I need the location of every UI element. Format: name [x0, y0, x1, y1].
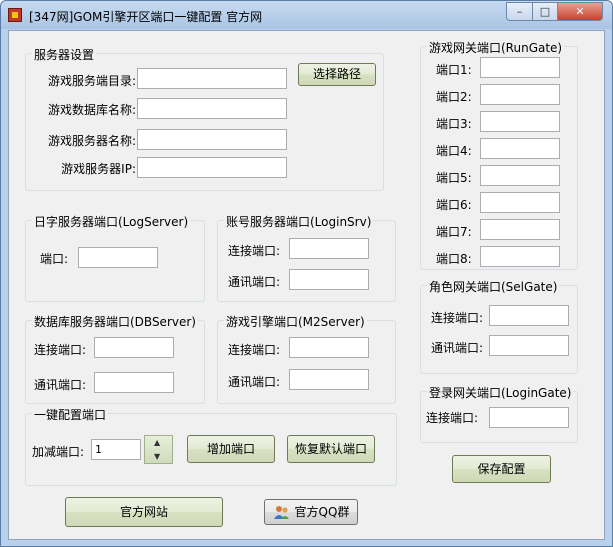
db-server-title: 数据库服务器端口(DBServer): [32, 313, 198, 330]
m2-server-connect-label: 连接端口:: [228, 343, 281, 357]
run-gate-port6-label: 端口6:: [436, 198, 472, 212]
login-gate-connect-label: 连接端口:: [426, 411, 479, 425]
server-dir-label: 游戏服务端目录:: [47, 74, 136, 88]
server-name-input[interactable]: [137, 129, 287, 150]
sel-gate-group: 角色网关端口(SelGate) 连接端口: 通讯端口:: [420, 278, 578, 374]
run-gate-port5-label: 端口5:: [436, 171, 472, 185]
server-dir-input[interactable]: [137, 68, 287, 89]
log-port-label: 端口:: [40, 252, 69, 266]
sel-gate-comm-input[interactable]: [489, 335, 569, 356]
run-gate-port6-input[interactable]: [480, 192, 560, 213]
official-qq-group-label: 官方QQ群: [294, 505, 350, 519]
maximize-button[interactable]: □: [532, 2, 558, 21]
delta-port-label: 加减端口:: [32, 445, 85, 459]
log-server-title: 日字服务器端口(LogServer): [32, 213, 191, 230]
log-port-input[interactable]: [78, 247, 158, 268]
m2-server-comm-input[interactable]: [289, 369, 369, 390]
sel-gate-connect-label: 连接端口:: [431, 311, 484, 325]
login-srv-comm-input[interactable]: [289, 269, 369, 290]
server-ip-input[interactable]: [137, 157, 287, 178]
db-name-label: 游戏数据库名称:: [47, 103, 136, 117]
run-gate-port1-input[interactable]: [480, 57, 560, 78]
sel-gate-comm-label: 通讯端口:: [431, 341, 484, 355]
run-gate-port7-input[interactable]: [480, 219, 560, 240]
run-gate-port2-input[interactable]: [480, 84, 560, 105]
db-server-connect-input[interactable]: [94, 337, 174, 358]
minimize-button[interactable]: –: [506, 2, 533, 21]
login-srv-connect-label: 连接端口:: [228, 244, 281, 258]
run-gate-port4-input[interactable]: [480, 138, 560, 159]
server-settings-group: 服务器设置 游戏服务端目录: 选择路径 游戏数据库名称: 游戏服务器名称: 游戏…: [25, 46, 384, 191]
add-port-button[interactable]: 增加端口: [187, 435, 275, 463]
official-website-button[interactable]: 官方网站: [65, 497, 223, 527]
log-server-group: 日字服务器端口(LogServer) 端口:: [25, 213, 205, 302]
spin-down-icon[interactable]: ▼: [154, 452, 160, 461]
window-title: [347网]GOM引擎开区端口一键配置 官方网: [29, 10, 263, 24]
db-name-input[interactable]: [137, 98, 287, 119]
delta-port-input[interactable]: [91, 439, 141, 460]
db-server-group: 数据库服务器端口(DBServer) 连接端口: 通讯端口:: [25, 313, 205, 404]
run-gate-port7-label: 端口7:: [436, 225, 472, 239]
run-gate-port4-label: 端口4:: [436, 144, 472, 158]
app-window: [347网]GOM引擎开区端口一键配置 官方网 – □ ✕ 服务器设置 游戏服务…: [0, 0, 613, 547]
client-area: 服务器设置 游戏服务端目录: 选择路径 游戏数据库名称: 游戏服务器名称: 游戏…: [8, 30, 605, 540]
title-bar[interactable]: [347网]GOM引擎开区端口一键配置 官方网 – □ ✕: [1, 1, 612, 29]
run-gate-port1-label: 端口1:: [436, 63, 472, 77]
server-ip-label: 游戏服务器IP:: [61, 162, 136, 176]
sel-gate-title: 角色网关端口(SelGate): [427, 278, 560, 295]
login-gate-connect-input[interactable]: [489, 407, 569, 428]
db-server-connect-label: 连接端口:: [34, 343, 87, 357]
login-gate-group: 登录网关端口(LoginGate) 连接端口:: [420, 384, 578, 443]
run-gate-port3-input[interactable]: [480, 111, 560, 132]
delta-port-spinner[interactable]: ▲ ▼: [144, 435, 173, 464]
run-gate-group: 游戏网关端口(RunGate) 端口1: 端口2: 端口3: 端口4: 端口5:…: [420, 39, 578, 270]
server-name-label: 游戏服务器名称:: [47, 134, 136, 148]
one-click-config-title: 一键配置端口: [32, 406, 109, 423]
app-logo-icon: [8, 8, 22, 22]
login-srv-comm-label: 通讯端口:: [228, 275, 281, 289]
users-icon: [274, 506, 289, 519]
save-config-button[interactable]: 保存配置: [452, 455, 551, 483]
official-qq-group-button[interactable]: 官方QQ群: [264, 499, 358, 525]
server-settings-title: 服务器设置: [32, 46, 97, 63]
run-gate-port8-label: 端口8:: [436, 252, 472, 266]
db-server-comm-input[interactable]: [94, 372, 174, 393]
login-gate-title: 登录网关端口(LoginGate): [427, 384, 574, 401]
m2-server-group: 游戏引擎端口(M2Server) 连接端口: 通讯端口:: [217, 313, 396, 404]
browse-path-button[interactable]: 选择路径: [298, 63, 376, 86]
m2-server-title: 游戏引擎端口(M2Server): [224, 313, 367, 330]
m2-server-comm-label: 通讯端口:: [228, 375, 281, 389]
one-click-config-group: 一键配置端口 加减端口: ▲ ▼ 增加端口 恢复默认端口: [25, 406, 397, 486]
db-server-comm-label: 通讯端口:: [34, 378, 87, 392]
login-srv-title: 账号服务器端口(LoginSrv): [224, 213, 374, 230]
run-gate-port8-input[interactable]: [480, 246, 560, 267]
run-gate-port5-input[interactable]: [480, 165, 560, 186]
close-button[interactable]: ✕: [557, 2, 603, 21]
sel-gate-connect-input[interactable]: [489, 305, 569, 326]
spin-up-icon[interactable]: ▲: [154, 438, 160, 447]
run-gate-title: 游戏网关端口(RunGate): [427, 39, 565, 56]
run-gate-port3-label: 端口3:: [436, 117, 472, 131]
m2-server-connect-input[interactable]: [289, 337, 369, 358]
restore-default-port-button[interactable]: 恢复默认端口: [287, 435, 375, 463]
run-gate-port2-label: 端口2:: [436, 90, 472, 104]
login-srv-connect-input[interactable]: [289, 238, 369, 259]
login-srv-group: 账号服务器端口(LoginSrv) 连接端口: 通讯端口:: [217, 213, 396, 302]
